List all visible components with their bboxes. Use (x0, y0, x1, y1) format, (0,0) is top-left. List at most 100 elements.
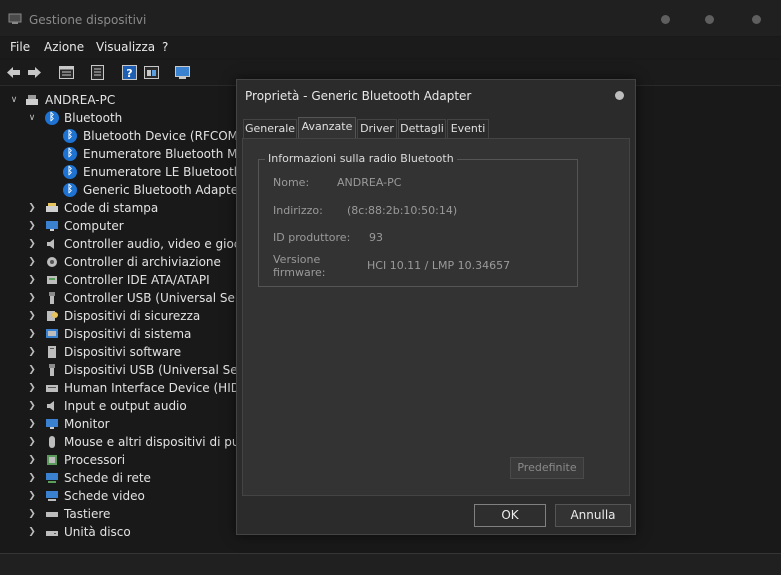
tree-category-label: Input e output audio (64, 399, 187, 413)
ok-button[interactable]: OK (474, 504, 546, 527)
address-label: Indirizzo: (273, 204, 323, 217)
tree-category[interactable]: ❯ Unità disco (0, 523, 240, 541)
tree-category-label: Controller IDE ATA/ATAPI (64, 273, 210, 287)
tab-generale[interactable]: Generale (243, 119, 297, 138)
software-device-icon (48, 346, 56, 358)
bluetooth-icon: ᛒ (45, 111, 59, 125)
scan-hardware-icon[interactable] (174, 64, 191, 81)
minimize-button[interactable] (661, 15, 670, 24)
chevron-right-icon[interactable]: ❯ (27, 199, 37, 217)
forward-arrow-icon[interactable] (26, 64, 43, 81)
manufacturer-id-value: 93 (369, 231, 383, 244)
help-icon[interactable]: ? (121, 64, 138, 81)
chevron-right-icon[interactable]: ❯ (27, 217, 37, 235)
cancel-button[interactable]: Annulla (555, 504, 631, 527)
monitor-icon (46, 221, 58, 231)
tree-root[interactable]: ∨ ANDREA-PC (0, 91, 240, 109)
network-adapter-icon (46, 473, 58, 483)
tab-dettagli[interactable]: Dettagli (398, 119, 446, 138)
chevron-right-icon[interactable]: ❯ (27, 523, 37, 541)
name-value: ANDREA-PC (337, 176, 402, 189)
tree-category[interactable]: ❯ Human Interface Device (HID) (0, 379, 244, 397)
tree-category[interactable]: ❯ Controller di archiviazione (0, 253, 240, 271)
title-bar: Gestione dispositivi (0, 0, 781, 36)
svg-text:?: ? (126, 67, 132, 80)
tree-category[interactable]: ❯ Tastiere (0, 505, 240, 523)
defaults-button[interactable]: Predefinite (510, 457, 584, 479)
menu-help[interactable]: ? (162, 40, 168, 54)
tab-eventi[interactable]: Eventi (447, 119, 489, 138)
chevron-right-icon[interactable]: ❯ (27, 253, 37, 271)
firmware-value: HCI 10.11 / LMP 10.34657 (367, 259, 511, 272)
tree-device[interactable]: ᛒ Enumeratore LE Bluetooth M (0, 163, 256, 181)
tree-category[interactable]: ❯ Code di stampa (0, 199, 240, 217)
tree-category[interactable]: ❯ Dispositivi di sistema (0, 325, 240, 343)
storage-controller-icon (47, 257, 57, 267)
tree-category[interactable]: ❯ Schede video (0, 487, 240, 505)
chevron-right-icon[interactable]: ❯ (27, 361, 37, 379)
tab-avanzate[interactable]: Avanzate (298, 117, 356, 139)
tree-device-label: Enumeratore Bluetooth Micro (83, 147, 260, 161)
computer-icon (26, 95, 38, 105)
tree-device-label: Bluetooth Device (RFCOMM (83, 129, 249, 143)
view-icon[interactable] (143, 64, 160, 81)
chevron-right-icon[interactable]: ❯ (27, 397, 37, 415)
bluetooth-icon: ᛒ (63, 147, 77, 161)
tree-category[interactable]: ❯ Input e output audio (0, 397, 240, 415)
tree-category[interactable]: ❯ Processori (0, 451, 240, 469)
menu-azione[interactable]: Azione (44, 40, 84, 54)
chevron-down-icon[interactable]: ∨ (9, 91, 19, 109)
tree-category[interactable]: ❯ Controller USB (Universal Serial B (0, 289, 266, 307)
chevron-right-icon[interactable]: ❯ (27, 289, 37, 307)
chevron-down-icon[interactable]: ∨ (27, 109, 37, 127)
dialog-close-button[interactable] (615, 91, 624, 100)
maximize-button[interactable] (705, 15, 714, 24)
chevron-right-icon[interactable]: ❯ (27, 307, 37, 325)
chevron-right-icon[interactable]: ❯ (27, 325, 37, 343)
name-label: Nome: (273, 176, 310, 189)
chevron-right-icon[interactable]: ❯ (27, 235, 37, 253)
bluetooth-icon: ᛒ (63, 129, 77, 143)
keyboard-icon (46, 512, 58, 517)
processor-icon (47, 455, 57, 465)
tree-device[interactable]: ᛒ Enumeratore Bluetooth Micro (0, 145, 259, 163)
bluetooth-icon: ᛒ (63, 165, 77, 179)
tree-category[interactable]: ❯ Computer (0, 217, 240, 235)
audio-io-icon (47, 401, 54, 411)
menu-visualizza[interactable]: Visualizza (96, 40, 155, 54)
chevron-right-icon[interactable]: ❯ (27, 415, 37, 433)
tree-category[interactable]: ❯ Monitor (0, 415, 240, 433)
usb-icon (49, 292, 55, 304)
tree-category-label: Tastiere (64, 507, 111, 521)
close-button[interactable] (752, 15, 761, 24)
chevron-right-icon[interactable]: ❯ (27, 343, 37, 361)
tree-category[interactable]: ❯ Mouse e altri dispositivi di punta (0, 433, 259, 451)
chevron-right-icon[interactable]: ❯ (27, 433, 37, 451)
tree-category[interactable]: ❯ Dispositivi software (0, 343, 240, 361)
tree-category[interactable]: ❯ Dispositivi USB (Universal Serial B (0, 361, 268, 379)
back-arrow-icon[interactable] (5, 64, 22, 81)
tree-category-bluetooth[interactable]: ∨ ᛒ Bluetooth (0, 109, 240, 127)
speaker-icon (47, 239, 54, 249)
properties-icon[interactable] (89, 64, 106, 81)
chevron-right-icon[interactable]: ❯ (27, 271, 37, 289)
tree-category[interactable]: ❯ Controller IDE ATA/ATAPI (0, 271, 240, 289)
tree-device-label: Generic Bluetooth Adapter (83, 183, 244, 197)
group-title: Informazioni sulla radio Bluetooth (265, 152, 457, 165)
tab-driver[interactable]: Driver (357, 119, 397, 138)
chevron-right-icon[interactable]: ❯ (27, 505, 37, 523)
chevron-right-icon[interactable]: ❯ (27, 487, 37, 505)
menu-file[interactable]: File (10, 40, 30, 54)
tree-category[interactable]: ❯ Controller audio, video e giochi (0, 235, 251, 253)
tree-device[interactable]: ᛒ Generic Bluetooth Adapter (0, 181, 244, 199)
tree-root-label: ANDREA-PC (45, 93, 116, 107)
tree-device[interactable]: ᛒ Bluetooth Device (RFCOMM (0, 127, 248, 145)
tree-category[interactable]: ❯ Schede di rete (0, 469, 240, 487)
tree-category-label: Computer (64, 219, 124, 233)
tree-category-label: Dispositivi di sistema (64, 327, 192, 341)
tree-category[interactable]: ❯ Dispositivi di sicurezza (0, 307, 240, 325)
device-list-icon[interactable] (58, 64, 75, 81)
chevron-right-icon[interactable]: ❯ (27, 379, 37, 397)
chevron-right-icon[interactable]: ❯ (27, 451, 37, 469)
chevron-right-icon[interactable]: ❯ (27, 469, 37, 487)
